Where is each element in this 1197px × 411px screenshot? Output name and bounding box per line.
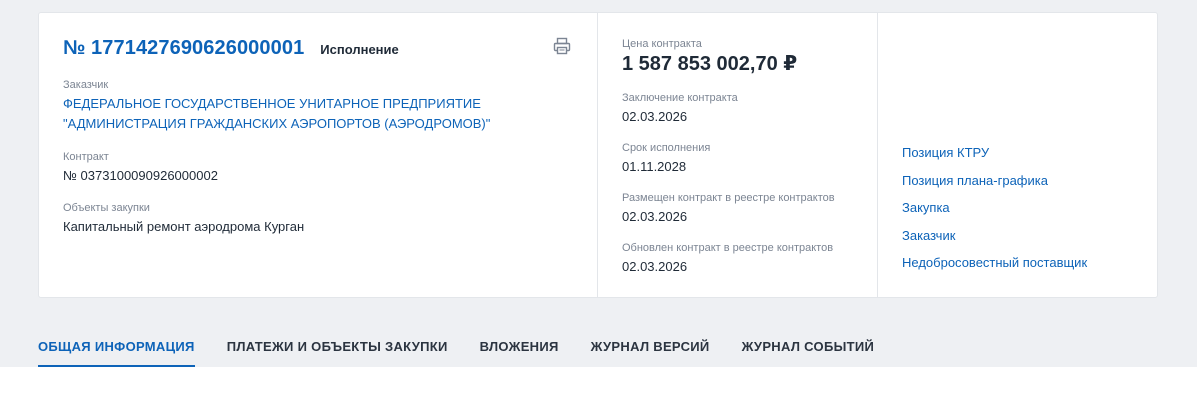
link-unfair-supplier[interactable]: Недобросовестный поставщик	[902, 255, 1133, 271]
link-ktru-position[interactable]: Позиция КТРУ	[902, 145, 1133, 161]
print-icon	[553, 37, 571, 55]
link-plan-schedule-position[interactable]: Позиция плана-графика	[902, 173, 1133, 189]
price-label: Цена контракта	[622, 38, 702, 50]
tab-bar: ОБЩАЯ ИНФОРМАЦИЯ ПЛАТЕЖИ И ОБЪЕКТЫ ЗАКУП…	[0, 322, 1197, 367]
content-area	[0, 367, 1197, 411]
detail-item: Срок исполнения 01.11.2028	[622, 141, 853, 176]
contract-card: № 1771427690626000001 Исполнение Заказчи…	[38, 12, 1158, 298]
detail-label: Срок исполнения	[622, 142, 711, 154]
contract-number: № 1771427690626000001	[63, 37, 305, 59]
contract-ref-value: № 0373100090926000002	[63, 168, 218, 183]
tab-attachments[interactable]: ВЛОЖЕНИЯ	[480, 322, 559, 367]
status-badge: Исполнение	[320, 42, 399, 57]
detail-value: 02.03.2026	[622, 109, 688, 124]
detail-value: 02.03.2026	[622, 209, 688, 224]
detail-item: Обновлен контракт в реестре контрактов 0…	[622, 241, 853, 276]
customer-name-link[interactable]: ФЕДЕРАЛЬНОЕ ГОСУДАРСТВЕННОЕ УНИТАРНОЕ ПР…	[63, 94, 573, 134]
contract-main-column: № 1771427690626000001 Исполнение Заказчи…	[39, 13, 598, 297]
tab-event-log[interactable]: ЖУРНАЛ СОБЫТИЙ	[742, 322, 875, 367]
detail-value: 02.03.2026	[622, 259, 688, 274]
tab-payments-objects[interactable]: ПЛАТЕЖИ И ОБЪЕКТЫ ЗАКУПКИ	[227, 322, 448, 367]
customer-label: Заказчик	[63, 79, 109, 91]
related-links-column: Позиция КТРУ Позиция плана-графика Закуп…	[878, 13, 1157, 297]
contract-ref-block: Контракт № 0373100090926000002	[63, 150, 573, 185]
contract-ref-label: Контракт	[63, 151, 109, 163]
detail-value: 01.11.2028	[622, 159, 687, 174]
detail-label: Обновлен контракт в реестре контрактов	[622, 242, 834, 254]
objects-value: Капитальный ремонт аэродрома Курган	[63, 219, 305, 234]
print-button[interactable]	[553, 37, 573, 57]
link-purchase[interactable]: Закупка	[902, 200, 1133, 216]
customer-block: Заказчик ФЕДЕРАЛЬНОЕ ГОСУДАРСТВЕННОЕ УНИ…	[63, 78, 573, 134]
link-customer[interactable]: Заказчик	[902, 228, 1133, 244]
detail-label: Заключение контракта	[622, 92, 738, 104]
contract-details-column: Цена контракта 1 587 853 002,70 ₽ Заключ…	[598, 13, 878, 297]
detail-item: Заключение контракта 02.03.2026	[622, 91, 853, 126]
tab-general-info[interactable]: ОБЩАЯ ИНФОРМАЦИЯ	[38, 322, 195, 367]
detail-label: Размещен контракт в реестре контрактов	[622, 192, 835, 204]
objects-block: Объекты закупки Капитальный ремонт аэрод…	[63, 201, 573, 236]
contract-title-row: № 1771427690626000001 Исполнение	[63, 37, 573, 60]
detail-item: Размещен контракт в реестре контрактов 0…	[622, 191, 853, 226]
price-value: 1 587 853 002,70 ₽	[622, 53, 798, 75]
objects-label: Объекты закупки	[63, 202, 150, 214]
tab-version-log[interactable]: ЖУРНАЛ ВЕРСИЙ	[591, 322, 710, 367]
